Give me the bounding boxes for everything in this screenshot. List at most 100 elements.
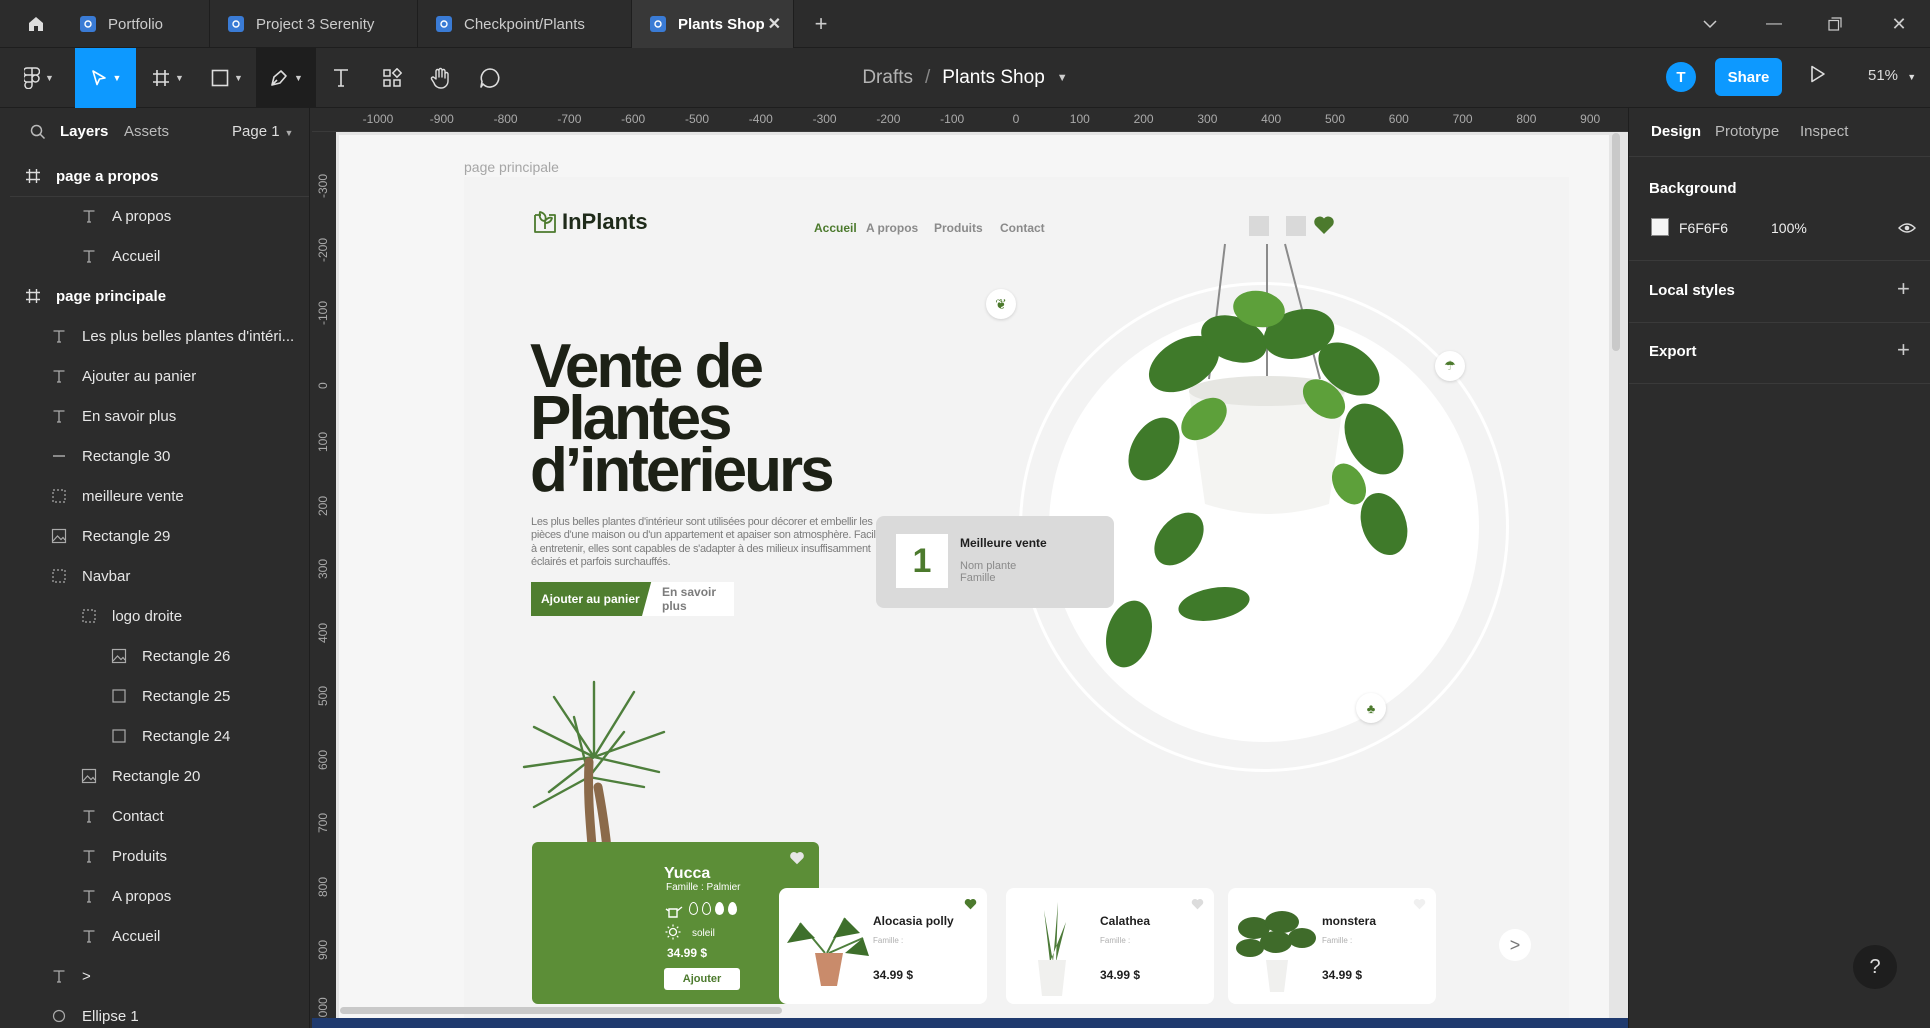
ruler-tick-label: 500 bbox=[1324, 112, 1346, 126]
restore-button[interactable] bbox=[1810, 0, 1860, 48]
main-menu-button[interactable]: ▼ bbox=[14, 48, 64, 108]
minimize-button[interactable]: — bbox=[1749, 0, 1799, 48]
image-icon bbox=[50, 527, 68, 545]
nav-accueil[interactable]: Accueil bbox=[814, 221, 857, 235]
tab-inspect[interactable]: Inspect bbox=[1800, 123, 1848, 140]
chevron-down-icon: ▼ bbox=[1907, 72, 1917, 82]
share-button[interactable]: Share bbox=[1715, 58, 1782, 96]
background-opacity-value[interactable]: 100% bbox=[1771, 220, 1807, 236]
chevron-down-icon: ▼ bbox=[284, 128, 294, 138]
layer-row[interactable]: A propos bbox=[10, 876, 309, 916]
new-tab-button[interactable]: + bbox=[796, 0, 846, 48]
layer-row[interactable]: Produits bbox=[10, 836, 309, 876]
heart-icon[interactable] bbox=[1191, 898, 1204, 910]
nav-contact[interactable]: Contact bbox=[1000, 221, 1045, 235]
tab-plants-shop[interactable]: Plants Shop ✕ bbox=[632, 0, 794, 48]
add-button[interactable]: Ajouter bbox=[664, 968, 740, 990]
tab-portfolio[interactable]: Portfolio bbox=[62, 0, 210, 48]
nav-a-propos[interactable]: A propos bbox=[866, 221, 918, 235]
add-to-cart-button[interactable]: Ajouter au panier bbox=[531, 582, 663, 616]
add-export-plus-icon[interactable]: + bbox=[1897, 337, 1910, 363]
background-color-swatch[interactable] bbox=[1651, 218, 1669, 236]
tab-assets[interactable]: Assets bbox=[124, 123, 169, 140]
tab-layers[interactable]: Layers bbox=[60, 123, 108, 140]
learn-more-button[interactable]: En savoir plus bbox=[642, 582, 734, 616]
layer-row[interactable]: Accueil bbox=[10, 236, 309, 276]
pen-tool-button[interactable]: ▼ bbox=[256, 48, 316, 108]
layer-row[interactable]: > bbox=[10, 956, 309, 996]
file-name[interactable]: Plants Shop bbox=[942, 67, 1044, 89]
next-products-button[interactable]: > bbox=[1499, 929, 1531, 961]
layer-row[interactable]: Ajouter au panier bbox=[10, 356, 309, 396]
layer-row[interactable]: Rectangle 26 bbox=[10, 636, 309, 676]
layer-row[interactable]: page principale bbox=[10, 276, 309, 316]
layer-row[interactable]: meilleure vente bbox=[10, 476, 309, 516]
tab-checkpoint-plants[interactable]: Checkpoint/Plants bbox=[418, 0, 632, 48]
move-tool-button[interactable]: ▼ bbox=[75, 48, 136, 108]
frame-tool-button[interactable]: ▼ bbox=[140, 48, 196, 108]
nav-placeholder-square[interactable] bbox=[1286, 216, 1306, 236]
tabs-dropdown-button[interactable] bbox=[1685, 0, 1735, 48]
layer-row[interactable]: Accueil bbox=[10, 916, 309, 956]
resources-button[interactable] bbox=[374, 48, 410, 108]
layer-row[interactable]: Contact bbox=[10, 796, 309, 836]
layer-row[interactable]: Navbar bbox=[10, 556, 309, 596]
featured-product-card[interactable]: Yucca Famille : Palmier soleil 34.99 $ A… bbox=[532, 842, 819, 1004]
text-tool-button[interactable] bbox=[324, 48, 358, 108]
tab-prototype[interactable]: Prototype bbox=[1715, 123, 1779, 140]
heart-icon[interactable] bbox=[1413, 898, 1426, 910]
page-selector[interactable]: Page 1 ▼ bbox=[232, 123, 293, 140]
frame-label[interactable]: page principale bbox=[464, 159, 559, 175]
product-price: 34.99 $ bbox=[1100, 968, 1141, 982]
heart-icon[interactable] bbox=[964, 898, 977, 910]
layer-row[interactable]: Rectangle 29 bbox=[10, 516, 309, 556]
avatar[interactable]: T bbox=[1666, 62, 1696, 92]
product-card[interactable]: Calathea Famille : 34.99 $ bbox=[1006, 888, 1214, 1004]
eye-icon[interactable] bbox=[1898, 222, 1916, 234]
ruler-tick-label: -200 bbox=[876, 112, 901, 126]
breadcrumb-parent[interactable]: Drafts bbox=[862, 67, 913, 89]
comment-tool-button[interactable] bbox=[472, 48, 508, 108]
tab-design[interactable]: Design bbox=[1651, 123, 1701, 140]
zoom-dropdown[interactable]: 51% ▼ bbox=[1868, 67, 1916, 84]
heart-icon[interactable] bbox=[789, 851, 805, 865]
layer-row[interactable]: Rectangle 24 bbox=[10, 716, 309, 756]
layer-row[interactable]: Rectangle 20 bbox=[10, 756, 309, 796]
canvas[interactable]: page principale InPlants Accueil A propo… bbox=[312, 108, 1628, 1028]
sun-requirement: soleil bbox=[692, 928, 715, 939]
ruler-tick-label: -300 bbox=[812, 112, 837, 126]
page-principale-frame[interactable]: page principale InPlants Accueil A propo… bbox=[339, 135, 1609, 1028]
help-button[interactable]: ? bbox=[1853, 945, 1897, 989]
hand-tool-button[interactable] bbox=[422, 48, 458, 108]
background-hex-value[interactable]: F6F6F6 bbox=[1679, 220, 1728, 236]
product-card[interactable]: monstera Famille : 34.99 $ bbox=[1228, 888, 1436, 1004]
layer-label: Produits bbox=[112, 847, 168, 865]
layer-row[interactable]: logo droite bbox=[10, 596, 309, 636]
layer-row[interactable]: En savoir plus bbox=[10, 396, 309, 436]
best-seller-subtitle: Nom plante Famille bbox=[960, 560, 1017, 584]
add-local-style-plus-icon[interactable]: + bbox=[1897, 276, 1910, 302]
layer-row[interactable]: Rectangle 25 bbox=[10, 676, 309, 716]
close-window-button[interactable]: ✕ bbox=[1874, 0, 1924, 48]
search-icon[interactable] bbox=[30, 124, 46, 140]
vertical-scrollbar[interactable] bbox=[1612, 133, 1620, 351]
shape-tool-button[interactable]: ▼ bbox=[200, 48, 254, 108]
layer-row[interactable]: Les plus belles plantes d'intéri... bbox=[10, 316, 309, 356]
text-icon bbox=[50, 407, 68, 425]
horizontal-scrollbar[interactable] bbox=[340, 1007, 782, 1014]
product-card[interactable]: Alocasia polly Famille : 34.99 $ bbox=[779, 888, 987, 1004]
heart-icon[interactable] bbox=[1313, 215, 1335, 235]
layer-row[interactable]: A propos bbox=[10, 196, 309, 236]
layer-row[interactable]: page a propos bbox=[10, 156, 309, 196]
home-button[interactable] bbox=[14, 0, 58, 48]
present-button[interactable] bbox=[1810, 65, 1826, 88]
chevron-down-icon[interactable]: ▼ bbox=[1057, 72, 1068, 84]
layer-row[interactable]: Rectangle 30 bbox=[10, 436, 309, 476]
layer-row[interactable]: Ellipse 1 bbox=[10, 996, 309, 1028]
nav-produits[interactable]: Produits bbox=[934, 221, 983, 235]
tab-project-3-serenity[interactable]: Project 3 Serenity bbox=[210, 0, 418, 48]
close-tab-icon[interactable]: ✕ bbox=[768, 14, 781, 34]
nav-placeholder-square[interactable] bbox=[1249, 216, 1269, 236]
product-name: Calathea bbox=[1100, 914, 1151, 928]
ruler-tick-label: -300 bbox=[316, 173, 330, 198]
